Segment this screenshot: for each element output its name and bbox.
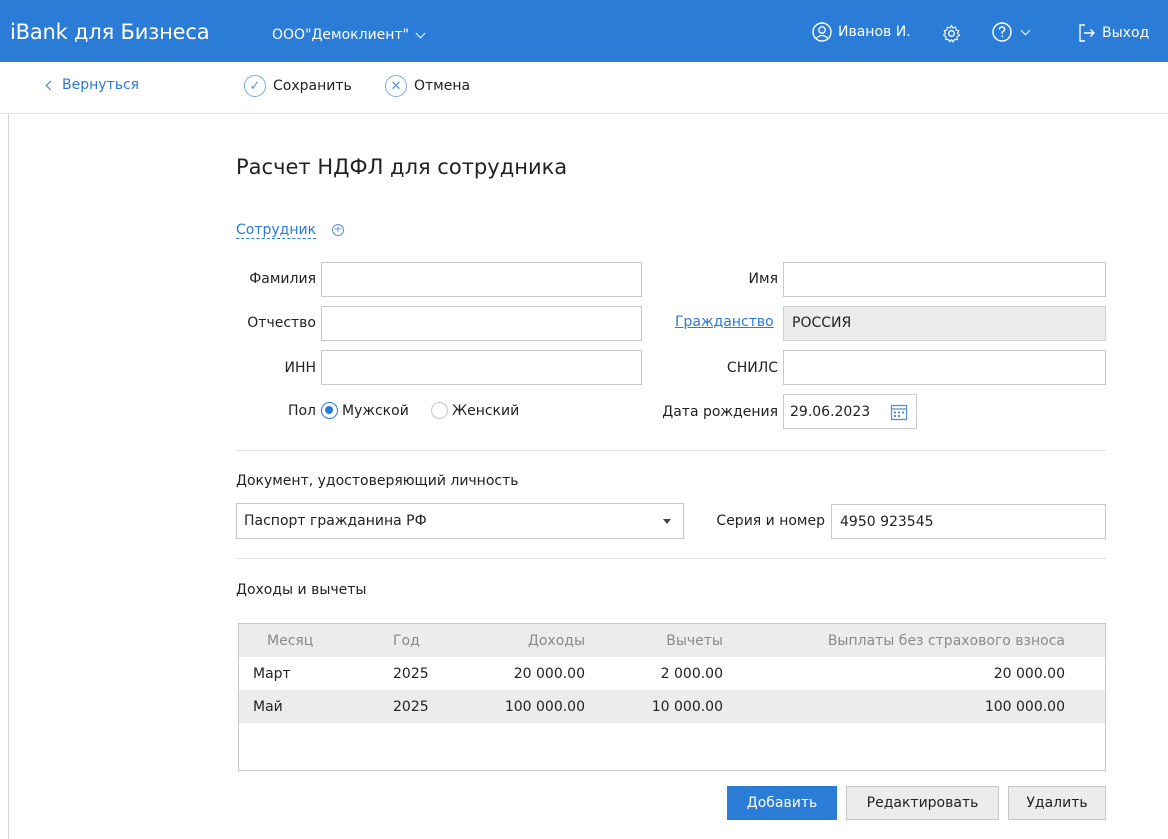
logout-button[interactable]: Выход xyxy=(1078,23,1149,43)
page-title: Расчет НДФЛ для сотрудника xyxy=(236,155,568,179)
birth-date-label: Дата рождения xyxy=(662,404,778,420)
divider xyxy=(236,450,1106,451)
back-link[interactable]: Вернуться xyxy=(44,77,139,93)
table-cell: 100 000.00 xyxy=(504,699,585,715)
citizenship-link[interactable]: Гражданство xyxy=(675,314,774,330)
brand-logo[interactable]: iBank для Бизнеса xyxy=(10,20,210,44)
table-cell: Март xyxy=(253,666,291,682)
table-cell: 10 000.00 xyxy=(651,699,723,715)
dropdown-arrow-icon xyxy=(663,519,671,524)
column-header: Выплаты без страхового взноса xyxy=(827,633,1065,649)
inn-label: ИНН xyxy=(284,360,316,376)
snils-label: СНИЛС xyxy=(726,360,778,376)
help-menu[interactable] xyxy=(992,22,1031,42)
calendar-button[interactable] xyxy=(890,403,908,425)
cancel-button[interactable]: ✕ Отмена xyxy=(385,75,470,97)
table-cell: 2025 xyxy=(393,666,429,682)
logout-icon xyxy=(1079,24,1095,42)
middle-name-label: Отчество xyxy=(247,315,316,331)
delete-button[interactable]: Удалить xyxy=(1008,786,1106,820)
close-icon: ✕ xyxy=(385,75,407,97)
add-button[interactable]: Добавить xyxy=(727,786,837,820)
save-label: Сохранить xyxy=(273,78,352,94)
table-cell: 2 000.00 xyxy=(660,666,723,682)
middle-name-input[interactable] xyxy=(321,306,642,341)
last-name-label: Фамилия xyxy=(249,271,316,287)
citizenship-field: РОССИЯ xyxy=(783,306,1106,341)
male-label: Мужской xyxy=(342,402,409,419)
table-header: Месяц Год Доходы Вычеты Выплаты без стра… xyxy=(239,624,1105,657)
save-button[interactable]: ✓ Сохранить xyxy=(244,75,352,97)
radio-unselected-icon xyxy=(431,402,448,419)
inn-input[interactable] xyxy=(321,350,642,385)
settings-button[interactable] xyxy=(942,24,961,47)
gear-icon xyxy=(942,24,961,43)
column-header: Год xyxy=(393,633,420,649)
table-row[interactable]: Май 2025 100 000.00 10 000.00 100 000.00 xyxy=(239,690,1105,723)
gender-female-radio[interactable]: Женский xyxy=(431,402,519,419)
column-header: Месяц xyxy=(267,633,314,649)
left-divider xyxy=(8,114,9,839)
cancel-label: Отмена xyxy=(414,78,471,94)
income-section-title: Доходы и вычеты xyxy=(236,582,367,598)
series-number-input[interactable] xyxy=(831,504,1106,539)
user-menu[interactable]: Иванов И. xyxy=(812,22,911,42)
gender-label: Пол xyxy=(287,403,316,419)
edit-button[interactable]: Редактировать xyxy=(846,786,999,820)
last-name-input[interactable] xyxy=(321,262,642,297)
table-cell: 20 000.00 xyxy=(513,666,585,682)
table-cell: 100 000.00 xyxy=(984,699,1065,715)
column-header: Вычеты xyxy=(666,633,723,649)
org-name: ООО"Демоклиент" xyxy=(272,27,410,43)
document-type-select[interactable]: Паспорт гражданина РФ xyxy=(236,503,684,539)
birth-date-input[interactable]: 29.06.2023 xyxy=(783,394,917,429)
back-label: Вернуться xyxy=(62,77,140,93)
table-cell: Май xyxy=(253,699,283,715)
chevron-left-icon xyxy=(45,80,56,90)
logout-label: Выход xyxy=(1102,25,1150,41)
org-selector[interactable]: ООО"Демоклиент" xyxy=(272,27,426,43)
first-name-input[interactable] xyxy=(783,262,1106,297)
table-row[interactable]: Март 2025 20 000.00 2 000.00 20 000.00 xyxy=(239,657,1105,690)
table-cell: 20 000.00 xyxy=(993,666,1065,682)
action-toolbar: Вернуться ✓ Сохранить ✕ Отмена xyxy=(0,62,1168,114)
income-table: Месяц Год Доходы Вычеты Выплаты без стра… xyxy=(238,623,1106,771)
birth-date-value: 29.06.2023 xyxy=(790,403,871,420)
chevron-down-icon xyxy=(415,28,426,38)
divider xyxy=(236,558,1106,559)
top-bar: iBank для Бизнеса ООО"Демоклиент" Иванов… xyxy=(0,0,1168,62)
user-icon xyxy=(812,22,832,42)
question-icon xyxy=(992,22,1012,42)
table-cell: 2025 xyxy=(393,699,429,715)
check-icon: ✓ xyxy=(244,75,266,97)
expand-icon[interactable]: + xyxy=(332,224,344,236)
series-label: Серия и номер xyxy=(716,513,825,529)
gender-male-radio[interactable]: Мужской xyxy=(321,402,409,419)
calendar-icon xyxy=(890,404,908,421)
first-name-label: Имя xyxy=(748,271,778,287)
document-section-title: Документ, удостоверяющий личность xyxy=(236,473,519,489)
user-name: Иванов И. xyxy=(838,24,911,40)
document-type-value: Паспорт гражданина РФ xyxy=(244,513,427,529)
radio-selected-icon xyxy=(321,402,338,419)
chevron-down-icon xyxy=(1020,25,1031,35)
column-header: Доходы xyxy=(527,633,585,649)
snils-input[interactable] xyxy=(783,350,1106,385)
female-label: Женский xyxy=(452,402,520,419)
employee-section-link[interactable]: Сотрудник xyxy=(236,222,317,239)
